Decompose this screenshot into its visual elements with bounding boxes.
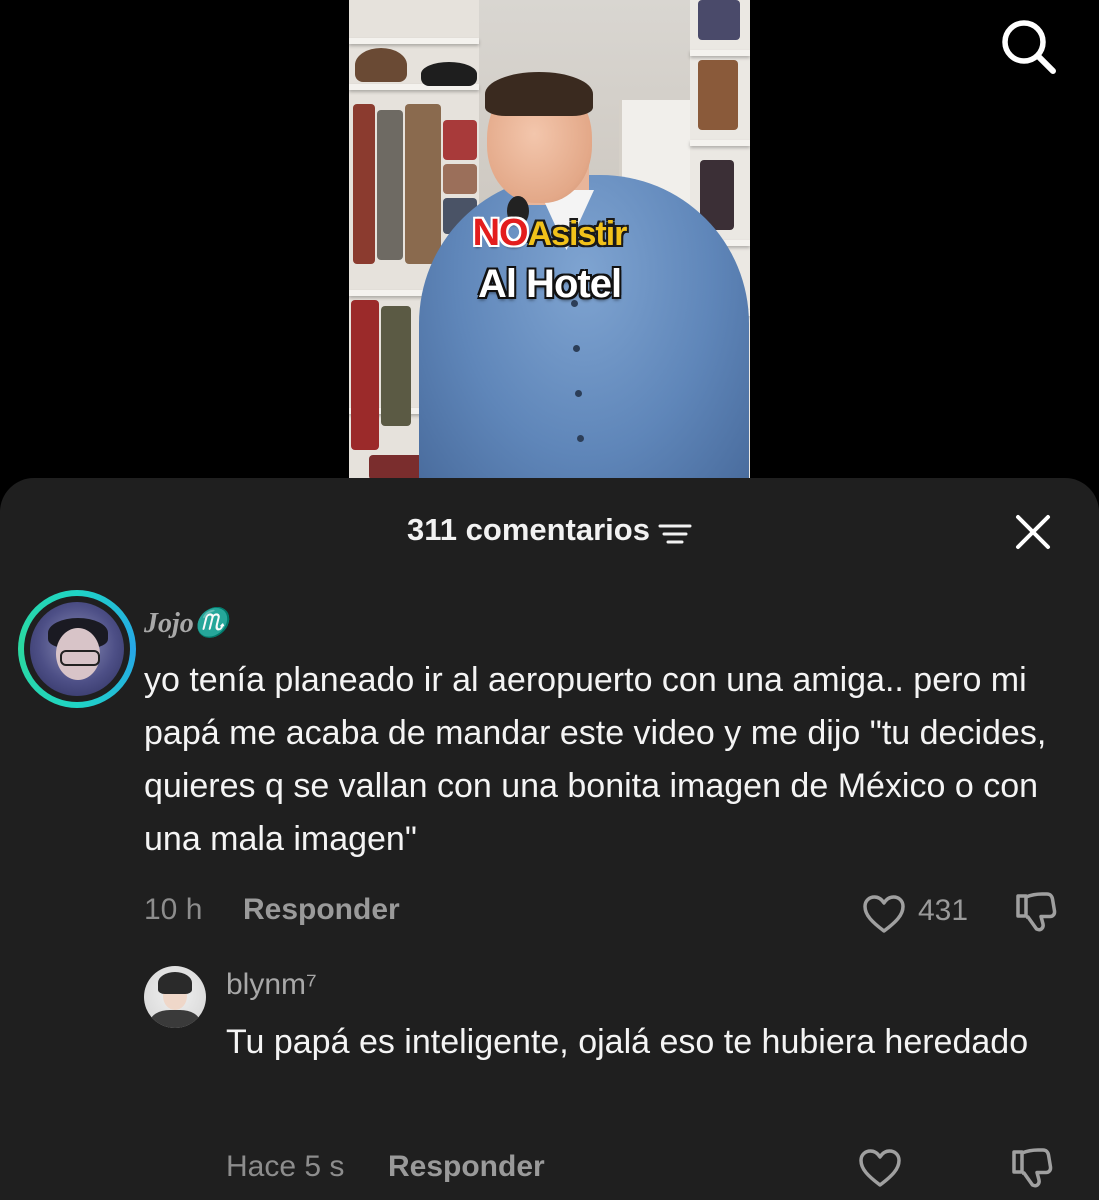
- thumbs-down-icon[interactable]: [1010, 1146, 1054, 1190]
- heart-icon[interactable]: [858, 1148, 902, 1188]
- reply-username[interactable]: blynm⁷: [226, 968, 317, 1002]
- comment-username[interactable]: Jojo♏: [144, 606, 229, 640]
- reply-button[interactable]: Responder: [243, 893, 400, 927]
- video-caption-line1: NOAsistir: [349, 212, 750, 255]
- video-caption-line2: Al Hotel: [477, 262, 622, 306]
- heart-icon[interactable]: [862, 894, 906, 934]
- like-count: 431: [918, 894, 969, 927]
- sort-icon[interactable]: [658, 518, 692, 544]
- caption-asistir: Asistir: [527, 215, 628, 253]
- reply-avatar[interactable]: [144, 966, 206, 1028]
- comment-timestamp: 10 h: [144, 893, 203, 926]
- reply-timestamp: Hace 5 s: [226, 1150, 345, 1183]
- video-player[interactable]: NOAsistir Al Hotel: [349, 0, 750, 480]
- reply-text: Tu papá es inteligente, ojalá eso te hub…: [226, 1023, 1029, 1061]
- app-screen: NOAsistir Al Hotel 311 comentarios Jojo♏…: [0, 0, 1099, 1200]
- comments-header: 311 comentarios: [0, 508, 1099, 552]
- reply-button[interactable]: Responder: [388, 1150, 545, 1184]
- comments-count-title: 311 comentarios: [407, 512, 650, 547]
- comment-text: yo tenía planeado ir al aeropuerto con u…: [144, 661, 1047, 858]
- caption-no: NO: [472, 212, 529, 254]
- comment-avatar[interactable]: [18, 590, 136, 708]
- close-icon[interactable]: [1012, 511, 1054, 553]
- search-icon[interactable]: [998, 16, 1058, 76]
- thumbs-down-icon[interactable]: [1014, 890, 1058, 934]
